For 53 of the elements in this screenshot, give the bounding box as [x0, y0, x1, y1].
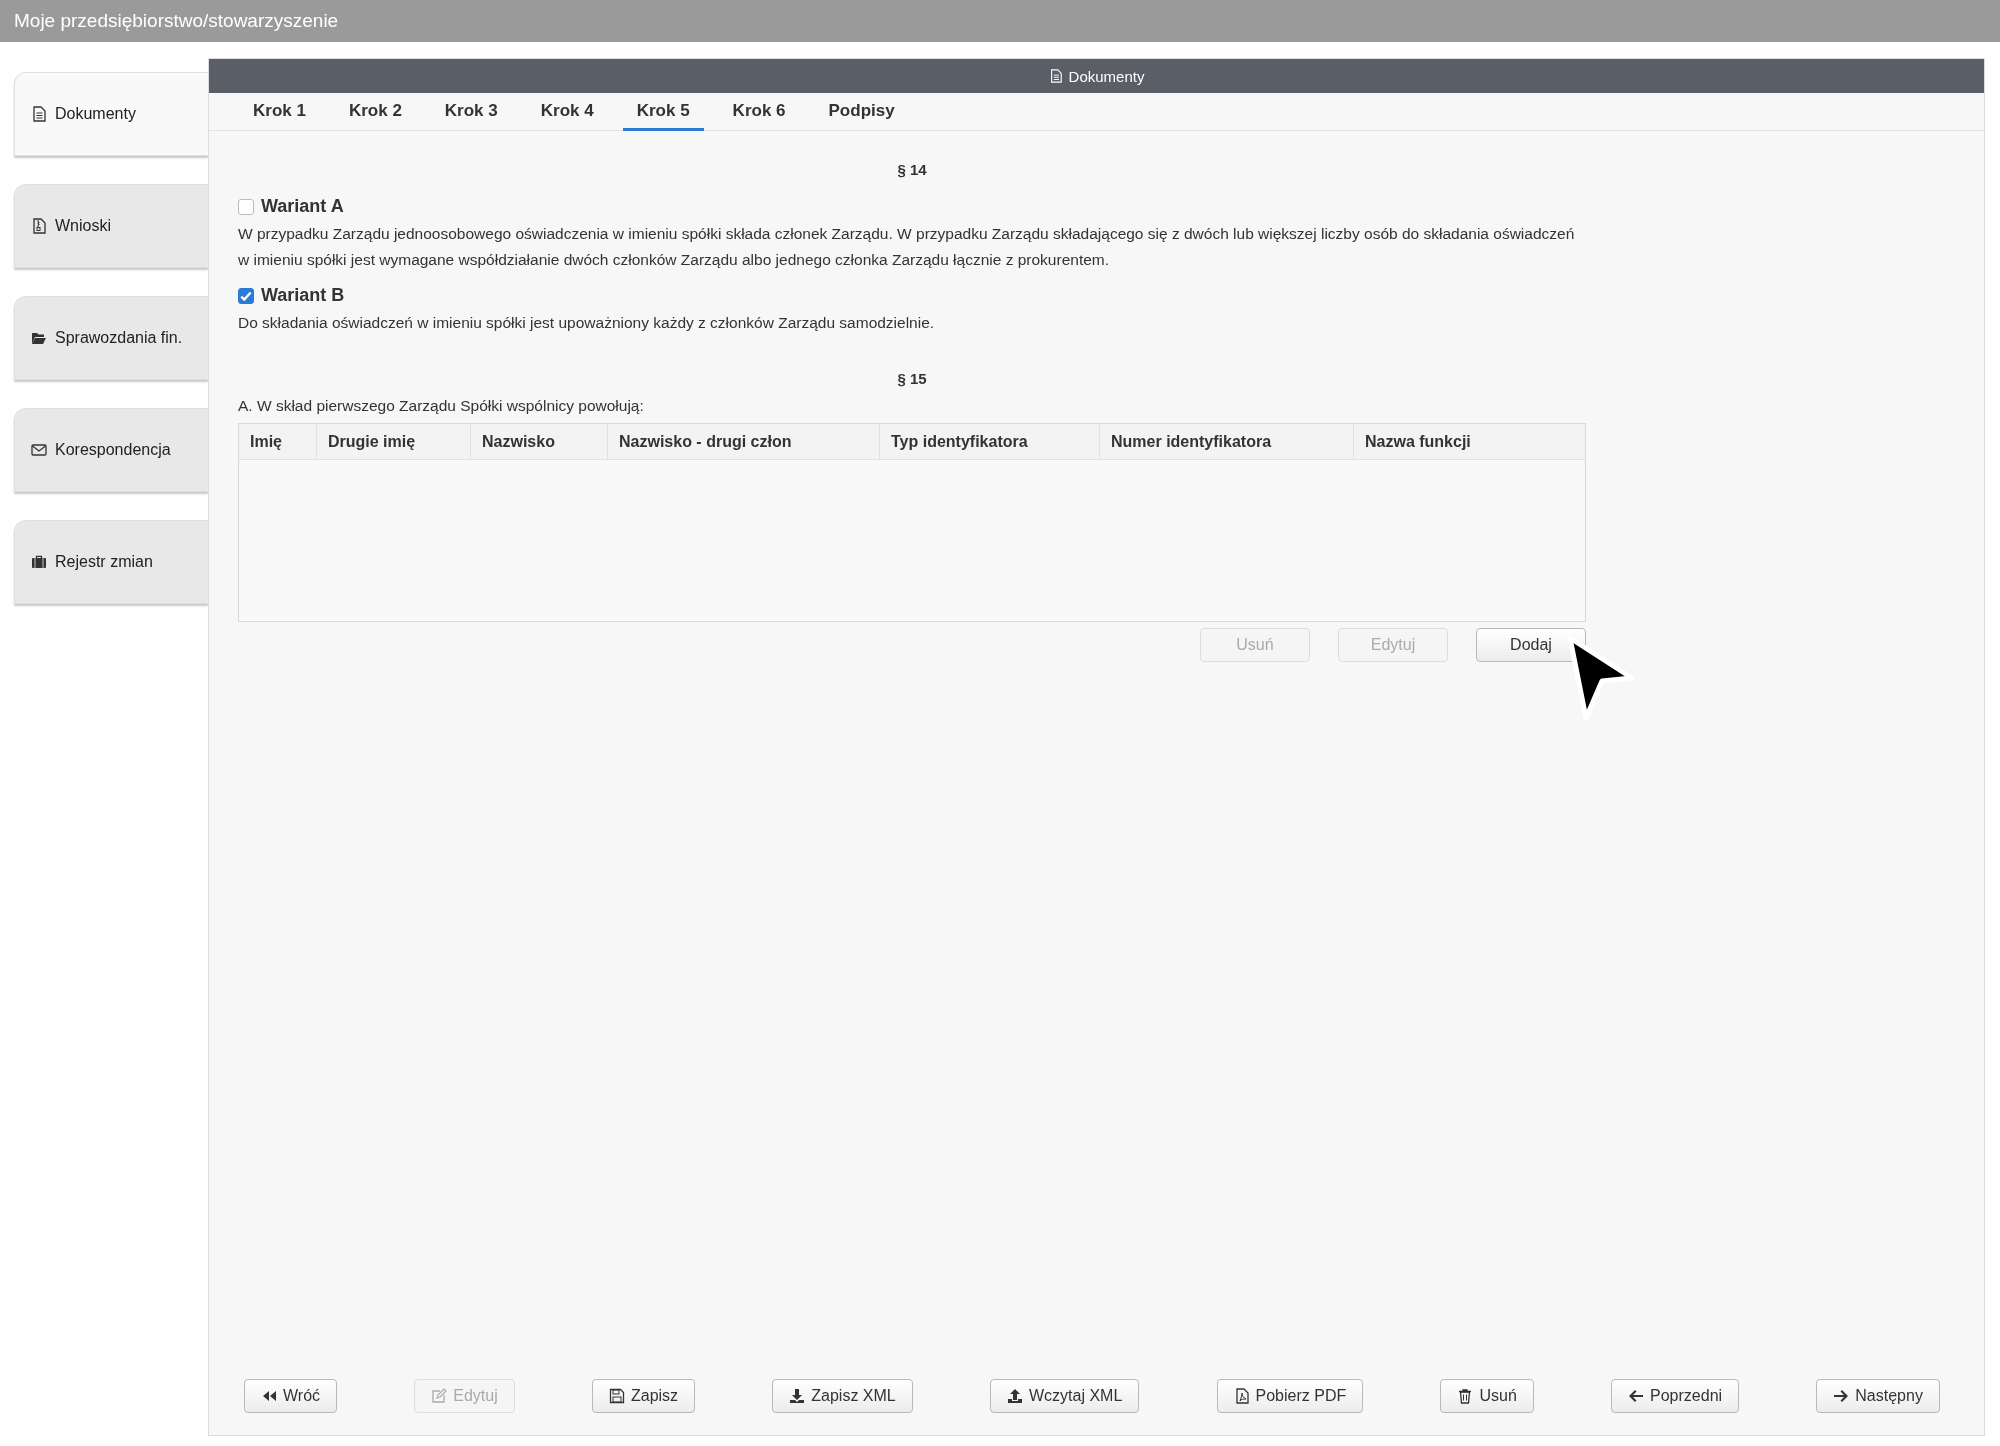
sidebar-item[interactable]: Sprawozdania fin. [14, 296, 208, 380]
button[interactable]: Poprzedni [1611, 1379, 1740, 1413]
right-arrow-icon [1833, 1388, 1850, 1404]
step-tab[interactable]: Krok 1 [239, 93, 320, 131]
sidebar-item[interactable]: Wnioski [14, 184, 208, 268]
section-heading: § 14 [896, 161, 928, 178]
column-header: Typ identyfikatora [880, 424, 1100, 459]
column-header: Nazwa funkcji [1364, 431, 1472, 452]
sidebar-item[interactable]: Rejestr zmian [14, 520, 208, 604]
variant-text: Do składania oświadczeń w imieniu spółki jest upoważniony każdy z członków Zarządu samodzielnie. [238, 313, 936, 333]
variant-label: Wariant B [261, 285, 345, 306]
step-tab[interactable]: Krok 5 [622, 93, 704, 131]
button[interactable]: Pobierz PDF [1216, 1379, 1364, 1413]
variant-text: W przypadku Zarządu jednoosobowego oświadczenia w imieniu spółki składa członek Zarządu. W przypadku Zarządu składającego się z dwóch lub większej liczby osób do składania oświadczeń w imieniu spółki jest wymagane współdziałanie dwóch członków Zarządu albo jednego członka Zarządu łącznie z prokurentem. [238, 224, 1576, 270]
checkbox[interactable] [238, 287, 254, 304]
step-tab[interactable]: Krok 6 [718, 93, 800, 131]
column-header: Drugie imię [317, 424, 471, 459]
step-tab[interactable]: Krok 3 [430, 93, 512, 131]
step-tab[interactable]: Podpisy [814, 93, 909, 131]
column-header: Nazwisko [471, 424, 608, 459]
left-arrow-icon [1628, 1388, 1645, 1404]
envelope-icon [31, 442, 47, 458]
upload-icon [1007, 1388, 1023, 1404]
app-title: Moje przedsiębiorstwo/stowarzyszenie [14, 10, 339, 32]
file-icon [1048, 69, 1063, 83]
pencil-square-icon [431, 1388, 448, 1404]
table-caption: A. W skład pierwszego Zarządu Spółki wspólnicy powołują: [238, 397, 645, 415]
pdf-file-icon [1233, 1388, 1250, 1404]
button[interactable]: Usuń [1440, 1379, 1534, 1413]
checkbox[interactable] [238, 198, 254, 215]
column-header: Nazwisko - drugi człon [608, 424, 880, 459]
folder-icon [31, 330, 47, 346]
briefcase-icon [31, 554, 47, 570]
button[interactable]: Dodaj [1476, 628, 1586, 662]
section-heading: § 15 [896, 370, 928, 387]
column-header: Imię [239, 424, 317, 459]
button[interactable]: Zapisz [591, 1379, 696, 1413]
step-tab[interactable]: Krok 4 [526, 93, 608, 131]
variant-label: Wariant A [261, 196, 344, 217]
file-icon [31, 106, 47, 122]
sidebar-item[interactable]: Dokumenty [14, 72, 208, 156]
zip-file-icon [31, 218, 47, 234]
double-left-arrow-icon [261, 1388, 277, 1404]
download-icon [789, 1388, 806, 1404]
button[interactable]: Zapisz XML [772, 1379, 913, 1413]
panel-title: Dokumenty [1068, 67, 1145, 85]
step-tab[interactable]: Krok 2 [334, 93, 416, 131]
column-header: Numer identyfikatora [1100, 424, 1354, 459]
trash-icon [1457, 1388, 1474, 1404]
sidebar-item[interactable]: Korespondencja [14, 408, 208, 492]
button[interactable]: Wczytaj XML [990, 1379, 1140, 1413]
button[interactable]: Następny [1816, 1379, 1940, 1413]
button[interactable]: Wróć [244, 1379, 338, 1413]
